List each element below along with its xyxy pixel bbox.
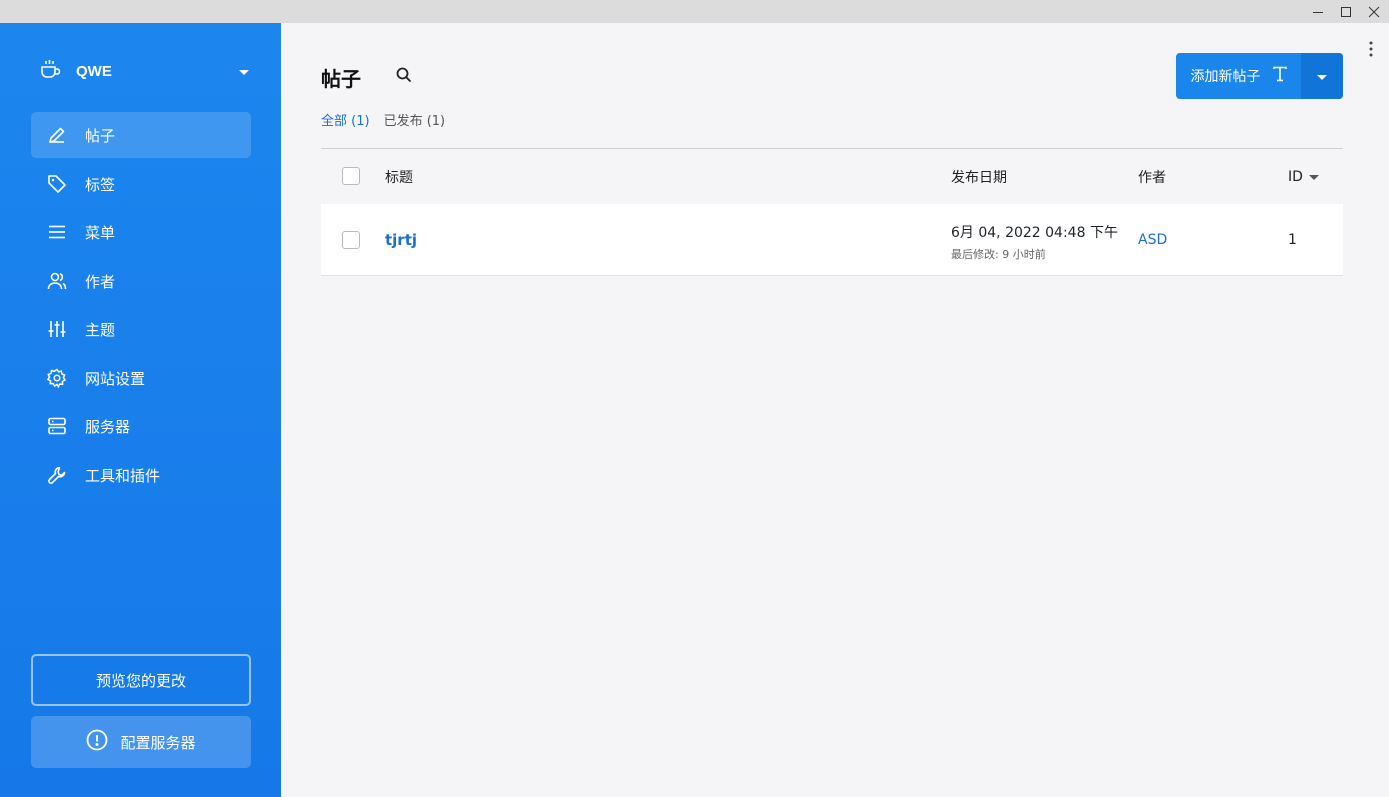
select-all-checkbox[interactable]	[342, 167, 360, 185]
sidebar-item-label: 帖子	[85, 126, 116, 145]
server-icon	[47, 416, 67, 436]
post-title-link[interactable]: tjrtj	[385, 231, 417, 249]
gear-icon	[47, 368, 67, 388]
column-header-date: 发布日期	[951, 169, 1007, 186]
sidebar-item-label: 菜单	[85, 223, 116, 242]
column-header-id-label: ID	[1288, 168, 1303, 185]
column-header-id[interactable]: ID	[1288, 169, 1319, 185]
sidebar-item-server[interactable]: 服务器	[31, 403, 251, 449]
maximize-icon[interactable]	[1333, 0, 1359, 23]
post-date-cell: 6月 04, 2022 04:48 下午 最后修改: 9 小时前	[951, 222, 1118, 262]
site-switcher[interactable]: QWE	[40, 59, 250, 83]
post-id: 1	[1288, 232, 1297, 248]
sidebar-item-label: 作者	[85, 272, 116, 291]
column-header-author: 作者	[1138, 169, 1166, 186]
table-row: tjrtj 6月 04, 2022 04:48 下午 最后修改: 9 小时前 A…	[321, 204, 1343, 276]
text-format-icon	[1272, 66, 1287, 86]
add-new-post-label: 添加新帖子	[1190, 69, 1261, 85]
sidebar-item-authors[interactable]: 作者	[31, 258, 251, 304]
column-header-title: 标题	[385, 169, 413, 186]
sliders-icon	[47, 319, 67, 339]
filter-published[interactable]: 已发布 (1)	[384, 110, 446, 129]
sidebar-item-menus[interactable]: 菜单	[31, 209, 251, 255]
post-publish-date: 6月 04, 2022 04:48 下午	[951, 225, 1118, 241]
caret-down-icon	[1316, 67, 1328, 86]
sidebar-item-label: 主题	[85, 320, 116, 339]
add-new-post-button[interactable]: 添加新帖子	[1176, 53, 1301, 99]
minimize-icon[interactable]	[1305, 0, 1331, 23]
sidebar: QWE 帖子 标签 菜单 作者 主题 网站设置 服务器 工具和插件 预览您的更改…	[0, 23, 281, 797]
sidebar-item-label: 网站设置	[85, 369, 146, 388]
preview-changes-label: 预览您的更改	[95, 671, 186, 690]
post-last-modified: 最后修改: 9 小时前	[951, 248, 1046, 261]
close-icon[interactable]	[1361, 0, 1387, 23]
posts-table: 标题 发布日期 作者 ID tjrtj 6月 04, 2022 04:48 下午…	[321, 148, 1343, 276]
add-post-split-button: 添加新帖子	[1176, 53, 1343, 99]
sidebar-item-label: 工具和插件	[85, 466, 161, 485]
row-checkbox[interactable]	[342, 231, 360, 249]
coffee-cup-icon	[40, 59, 62, 83]
site-name: QWE	[76, 62, 112, 80]
sidebar-item-posts[interactable]: 帖子	[31, 112, 251, 158]
alert-circle-icon	[86, 729, 108, 755]
sidebar-item-label: 服务器	[85, 417, 131, 436]
sidebar-item-tags[interactable]: 标签	[31, 161, 251, 207]
preview-changes-button[interactable]: 预览您的更改	[31, 654, 251, 706]
search-icon[interactable]	[394, 65, 414, 85]
configure-server-label: 配置服务器	[120, 733, 196, 752]
sort-caret-down-icon	[1308, 169, 1319, 185]
sidebar-item-themes[interactable]: 主题	[31, 306, 251, 352]
menu-icon	[47, 222, 67, 242]
sidebar-item-label: 标签	[85, 175, 116, 194]
more-options-icon[interactable]	[1363, 39, 1379, 59]
caret-down-icon	[238, 62, 250, 81]
window-titlebar	[0, 0, 1389, 23]
main-content: 帖子 添加新帖子 全部 (1) 已发布 (1) 标题 发布日期 作者 ID tj…	[281, 23, 1389, 797]
table-header: 标题 发布日期 作者 ID	[321, 148, 1343, 204]
post-author-link[interactable]: ASD	[1138, 232, 1167, 248]
add-post-dropdown-button[interactable]	[1301, 53, 1343, 99]
pencil-icon	[47, 125, 67, 145]
configure-server-button[interactable]: 配置服务器	[31, 716, 251, 768]
post-filters: 全部 (1) 已发布 (1)	[321, 110, 459, 129]
users-icon	[47, 271, 67, 291]
sidebar-item-site-settings[interactable]: 网站设置	[31, 355, 251, 401]
page-title: 帖子	[321, 67, 361, 91]
tag-icon	[47, 174, 67, 194]
wrench-icon	[47, 465, 67, 485]
filter-all[interactable]: 全部 (1)	[321, 110, 370, 129]
sidebar-item-tools-plugins[interactable]: 工具和插件	[31, 452, 251, 498]
